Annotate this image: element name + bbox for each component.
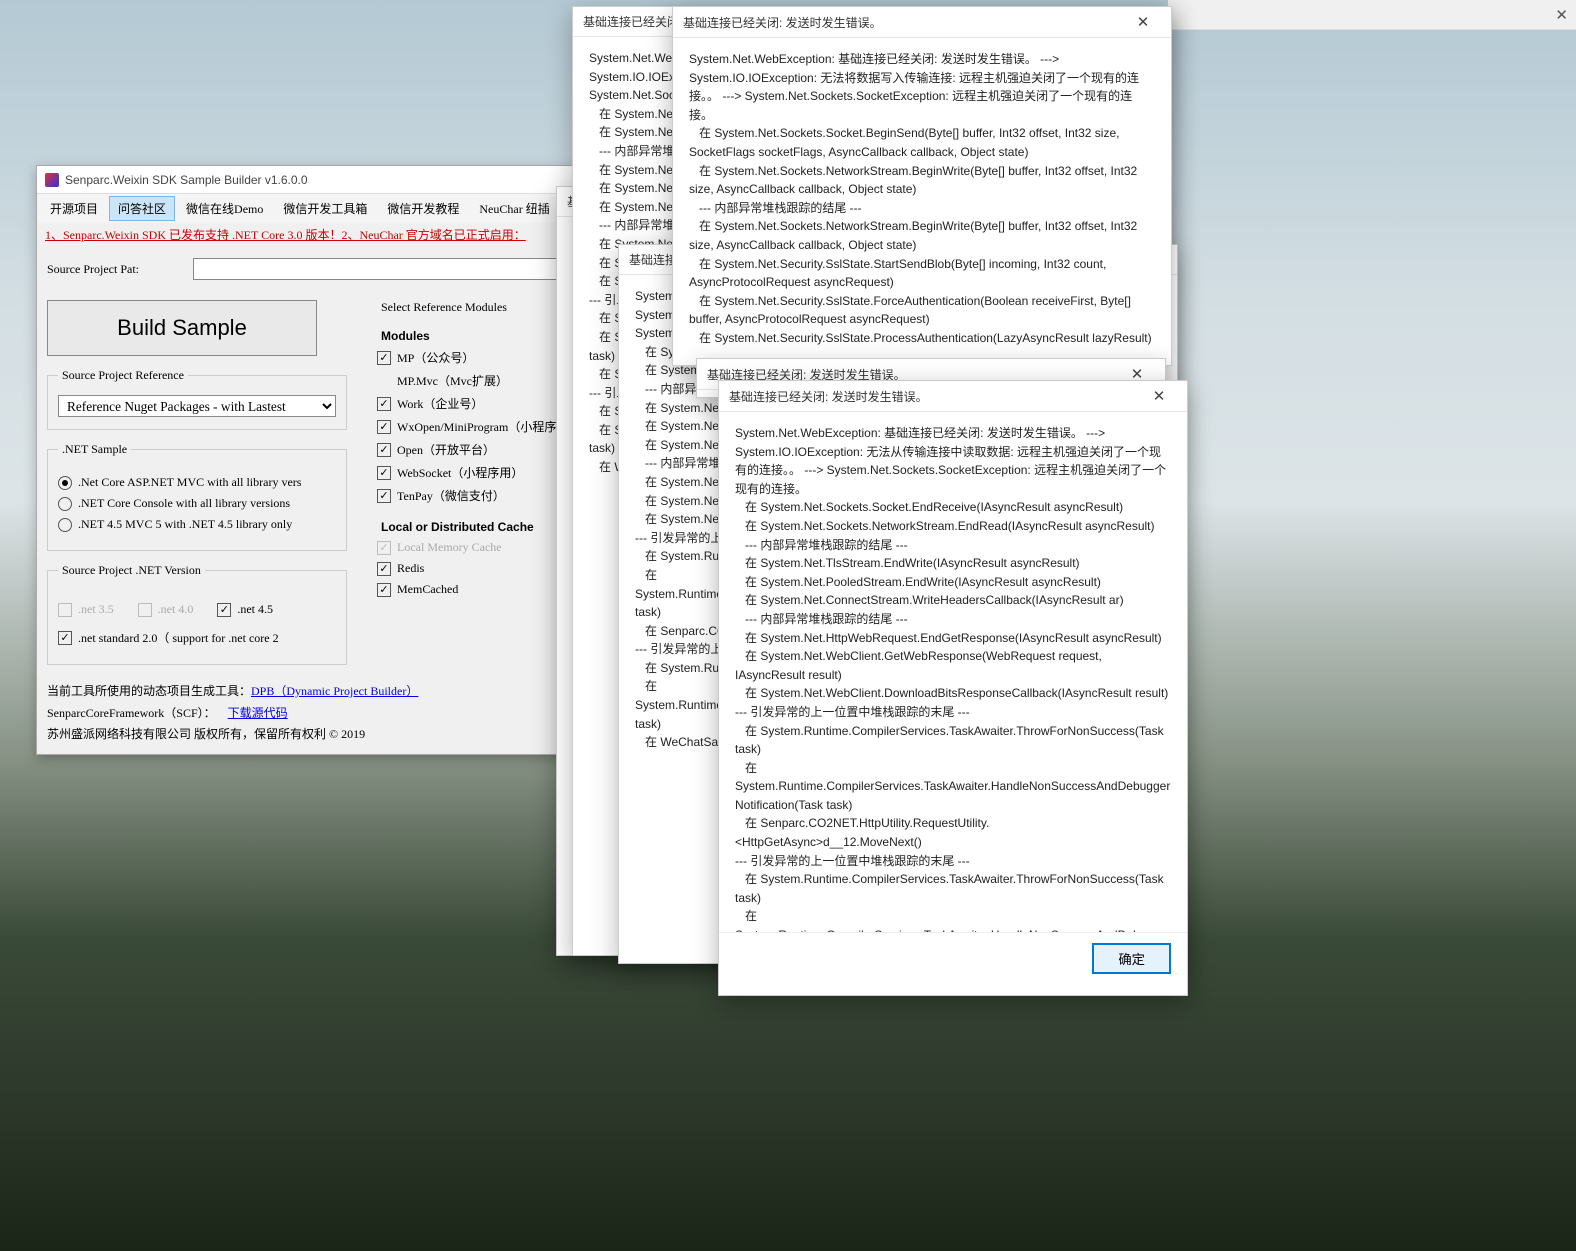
chk-mp-label: MP（公众号） (397, 349, 474, 366)
chk-open[interactable] (377, 443, 391, 457)
chk-work[interactable] (377, 397, 391, 411)
reference-combo[interactable]: Reference Nuget Packages - with Lastest (58, 395, 336, 417)
chk-redis[interactable] (377, 562, 391, 576)
footer-dpb-label: 当前工具所使用的动态项目生成工具： (47, 684, 251, 698)
menu-open-project[interactable]: 开源项目 (41, 196, 107, 221)
chk-netstandard-label: .net standard 2.0（ support for .net core… (78, 629, 279, 646)
net-sample-title: .NET Sample (58, 442, 131, 457)
dialog4-titlebar[interactable]: 基础连接已经关闭: 发送时发生错误。 ✕ (673, 7, 1171, 38)
source-project-reference-group: Source Project Reference Reference Nuget… (47, 368, 347, 430)
error-dialog-4: 基础连接已经关闭: 发送时发生错误。 ✕ System.Net.WebExcep… (672, 6, 1172, 366)
build-sample-button[interactable]: Build Sample (47, 300, 317, 356)
menu-neuchar[interactable]: NeuChar 纽插 (470, 196, 558, 221)
dialog-top-title: 基础连接已经关闭: 发送时发生错误。 (729, 388, 928, 405)
menu-qa-community[interactable]: 问答社区 (109, 196, 175, 221)
net-version-group: Source Project .NET Version .net 3.5 .ne… (47, 563, 347, 665)
radio-netcore-console[interactable] (58, 497, 72, 511)
dialog-top-body: System.Net.WebException: 基础连接已经关闭: 发送时发生… (719, 412, 1187, 932)
chk-tenpay[interactable] (377, 489, 391, 503)
radio-netcore-console-label: .NET Core Console with all library versi… (78, 496, 290, 511)
dialog4-body: System.Net.WebException: 基础连接已经关闭: 发送时发生… (673, 38, 1171, 360)
chk-net45[interactable] (217, 603, 231, 617)
radio-netcore-mvc[interactable] (58, 476, 72, 490)
dialog-top-footer: 确定 (719, 932, 1187, 984)
outer-close-icon[interactable]: ✕ (1555, 6, 1568, 24)
dialog4-title: 基础连接已经关闭: 发送时发生错误。 (683, 14, 882, 31)
menu-dev-tools[interactable]: 微信开发工具箱 (274, 196, 376, 221)
net-sample-group: .NET Sample .Net Core ASP.NET MVC with a… (47, 442, 347, 551)
chk-net35 (58, 603, 72, 617)
chk-net45-label: .net 4.5 (237, 602, 273, 617)
radio-netcore-mvc-label: .Net Core ASP.NET MVC with all library v… (78, 475, 301, 490)
window-title: Senparc.Weixin SDK Sample Builder v1.6.0… (65, 173, 308, 187)
net-version-title: Source Project .NET Version (58, 563, 205, 578)
chk-memcached-label: MemCached (397, 582, 458, 597)
radio-net45-mvc5[interactable] (58, 518, 72, 532)
menu-dev-tutorial[interactable]: 微信开发教程 (378, 196, 468, 221)
dialog4-close-icon[interactable]: ✕ (1125, 13, 1161, 31)
chk-work-label: Work（企业号） (397, 395, 483, 412)
mp-mvc-label: MP.Mvc（Mvc扩展） (397, 372, 508, 389)
source-project-path-input[interactable] (193, 258, 580, 280)
chk-open-label: Open（开放平台） (397, 441, 495, 458)
chk-websocket[interactable] (377, 466, 391, 480)
dialog-ok-button[interactable]: 确定 (1092, 943, 1171, 974)
outer-window-top: ✕ (1168, 0, 1576, 30)
label-source-project-path: Source Project Pat: (47, 262, 187, 277)
footer-dpb-link[interactable]: DPB（Dynamic Project Builder） (251, 684, 418, 698)
chk-net40-label: .net 4.0 (158, 602, 194, 617)
radio-net45-mvc5-label: .NET 4.5 MVC 5 with .NET 4.5 library onl… (78, 517, 292, 532)
error-dialog-top: 基础连接已经关闭: 发送时发生错误。 ✕ System.Net.WebExcep… (718, 380, 1188, 996)
footer-scf-label: SenparcCoreFramework（SCF）： (47, 706, 216, 720)
menu-weixin-demo[interactable]: 微信在线Demo (177, 196, 272, 221)
chk-mp[interactable] (377, 351, 391, 365)
chk-local-cache (377, 541, 391, 555)
chk-netstandard[interactable] (58, 631, 72, 645)
chk-tenpay-label: TenPay（微信支付） (397, 487, 505, 504)
dialog-top-titlebar[interactable]: 基础连接已经关闭: 发送时发生错误。 ✕ (719, 381, 1187, 412)
chk-local-cache-label: Local Memory Cache (397, 540, 502, 555)
source-project-reference-title: Source Project Reference (58, 368, 188, 383)
dialog-top-close-icon[interactable]: ✕ (1141, 387, 1177, 405)
chk-wxopen[interactable] (377, 420, 391, 434)
chk-memcached[interactable] (377, 583, 391, 597)
chk-net40 (138, 603, 152, 617)
footer-scf-link[interactable]: 下载源代码 (228, 706, 288, 720)
chk-net35-label: .net 3.5 (78, 602, 114, 617)
chk-redis-label: Redis (397, 561, 424, 576)
app-icon (45, 173, 59, 187)
chk-wxopen-label: WxOpen/MiniProgram（小程序） (397, 418, 568, 435)
chk-websocket-label: WebSocket（小程序用） (397, 464, 523, 481)
